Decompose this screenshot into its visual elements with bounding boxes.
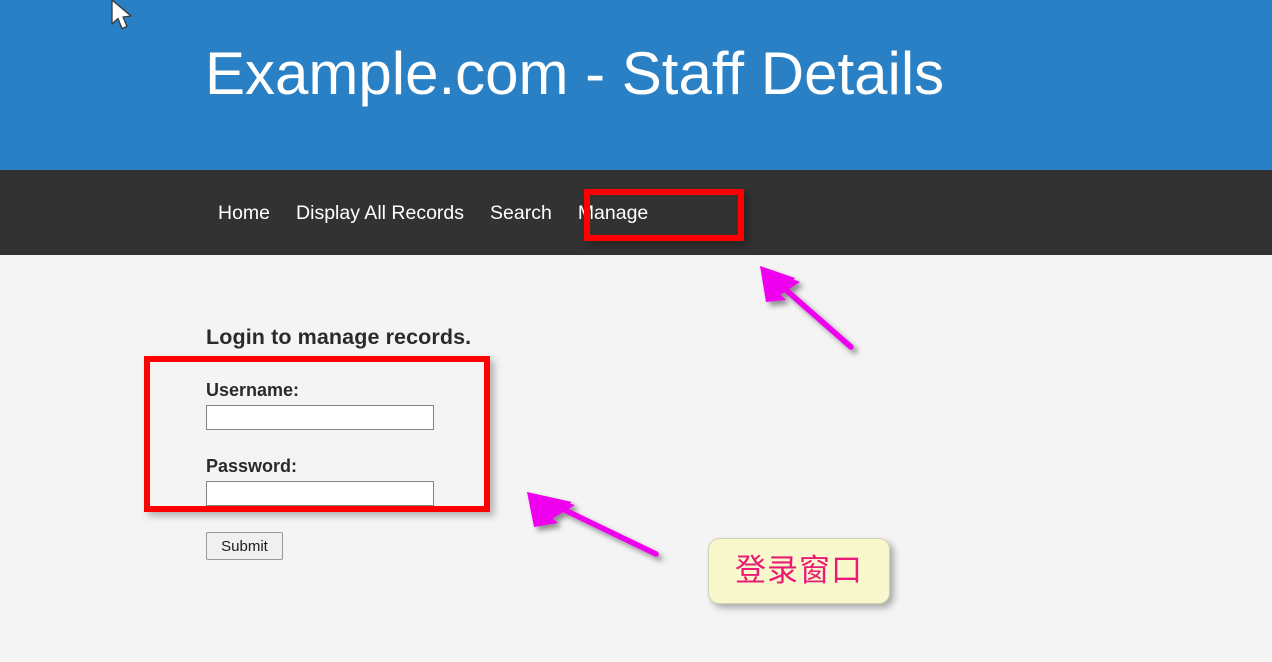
nav-list-item: Search (490, 201, 552, 225)
nav-list-item: Home (218, 201, 270, 225)
nav-item-home[interactable]: Home (218, 201, 270, 225)
callout-box: 登录窗口 (708, 538, 890, 604)
username-label: Username: (206, 380, 300, 400)
nav-list-item: Manage (578, 201, 648, 225)
nav-item-manage[interactable]: Manage (578, 201, 648, 225)
main-content (0, 255, 1272, 662)
username-input[interactable] (206, 405, 434, 430)
submit-button[interactable]: Submit (206, 532, 283, 560)
nav-list-item: Display All Records (296, 201, 464, 225)
nav-item-display-all-records[interactable]: Display All Records (296, 201, 464, 225)
page-root: Example.com - Staff Details Home Display… (0, 0, 1272, 662)
page-title: Example.com - Staff Details (205, 40, 945, 107)
password-label: Password: (206, 456, 298, 476)
password-input[interactable] (206, 481, 434, 506)
main-navigation: Home Display All Records Search Manage (0, 170, 1272, 255)
callout-text: 登录窗口 (735, 553, 863, 589)
site-header: Example.com - Staff Details (0, 0, 1272, 170)
login-heading: Login to manage records. (206, 325, 472, 349)
nav-list: Home Display All Records Search Manage (218, 170, 648, 255)
nav-item-search[interactable]: Search (490, 201, 552, 225)
